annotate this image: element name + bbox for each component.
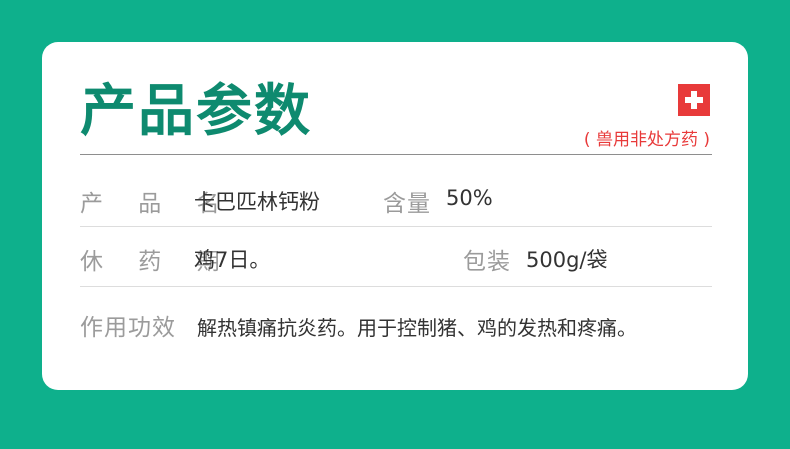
row-divider [80, 286, 712, 287]
page-title: 产品参数 [80, 79, 312, 144]
withdrawal-period-value: 鸡7日。 [194, 248, 271, 272]
red-cross-icon [678, 84, 710, 116]
header-divider [80, 154, 712, 155]
row-divider [80, 226, 712, 227]
function-label: 作用功效 [80, 315, 176, 341]
content-label: 含量 [383, 191, 431, 217]
package-label: 包装 [463, 249, 511, 275]
function-value: 解热镇痛抗炎药。用于控制猪、鸡的发热和疼痛。 [197, 316, 637, 340]
product-name-value: 卡巴匹林钙粉 [194, 190, 320, 214]
product-parameters-card: 产品参数 ( 兽用非处方药 ) 产 品 名 卡巴匹林钙粉 含量 50% 休 药 … [42, 42, 748, 390]
otc-label: ( 兽用非处方药 ) [583, 130, 710, 150]
package-value: 500g/袋 [526, 248, 608, 272]
content-value: 50% [446, 186, 493, 210]
